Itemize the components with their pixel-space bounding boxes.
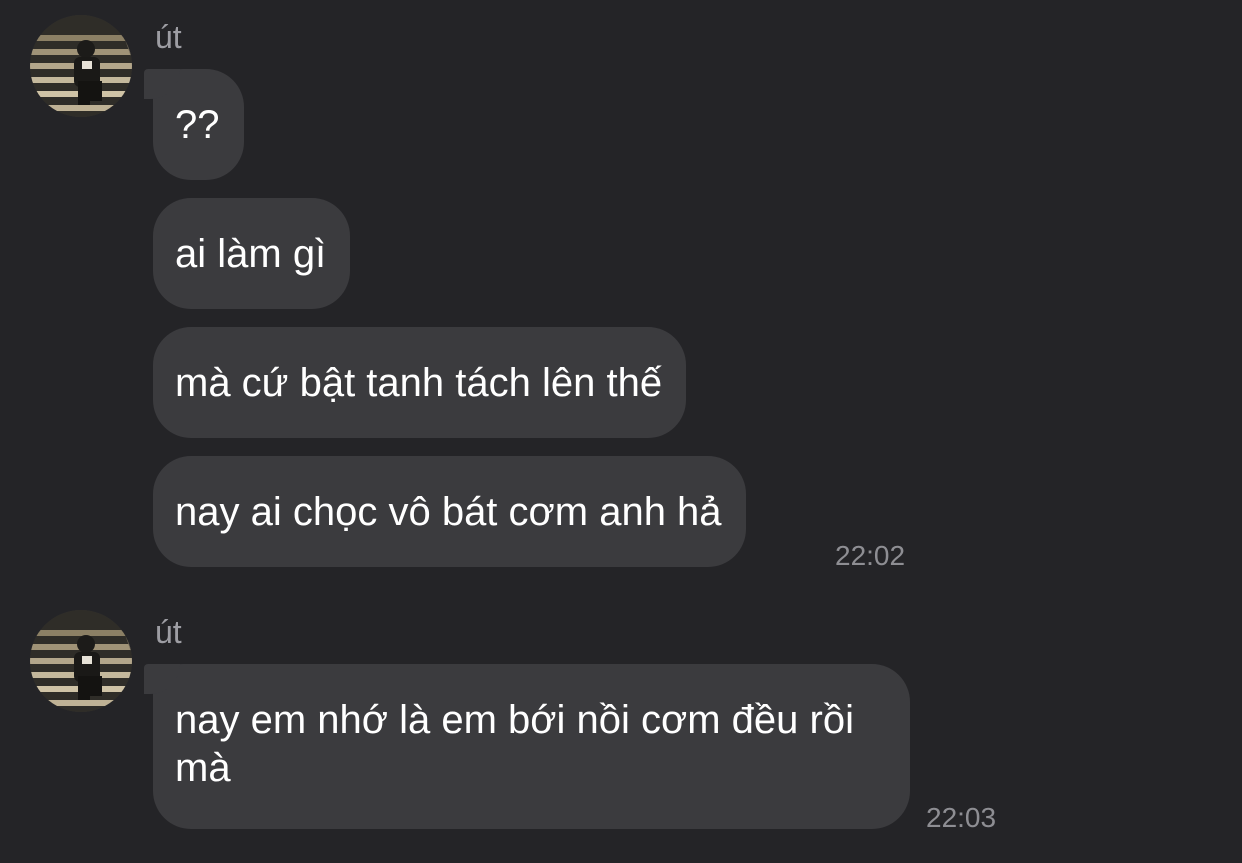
- avatar[interactable]: [30, 610, 132, 712]
- message-bubble[interactable]: nay em nhớ là em bới nồi cơm đều rồi mà: [144, 664, 910, 829]
- avatar-photo-icon: [30, 15, 132, 117]
- chat-thread: út ?? ai làm gì mà cứ bật tanh tách lên …: [0, 0, 1242, 863]
- avatar[interactable]: [30, 15, 132, 117]
- message-bubble[interactable]: ??: [144, 69, 244, 180]
- avatar-photo-icon: [30, 610, 132, 712]
- message-timestamp: 22:02: [835, 540, 906, 571]
- message-bubble[interactable]: ai làm gì: [153, 198, 351, 309]
- message-timestamp: 22:03: [926, 802, 997, 833]
- sender-name: út: [155, 614, 182, 650]
- message-bubble[interactable]: mà cứ bật tanh tách lên thế: [153, 327, 687, 438]
- message-bubble[interactable]: nay ai chọc vô bát cơm anh hả: [153, 456, 746, 567]
- sender-name: út: [155, 19, 182, 55]
